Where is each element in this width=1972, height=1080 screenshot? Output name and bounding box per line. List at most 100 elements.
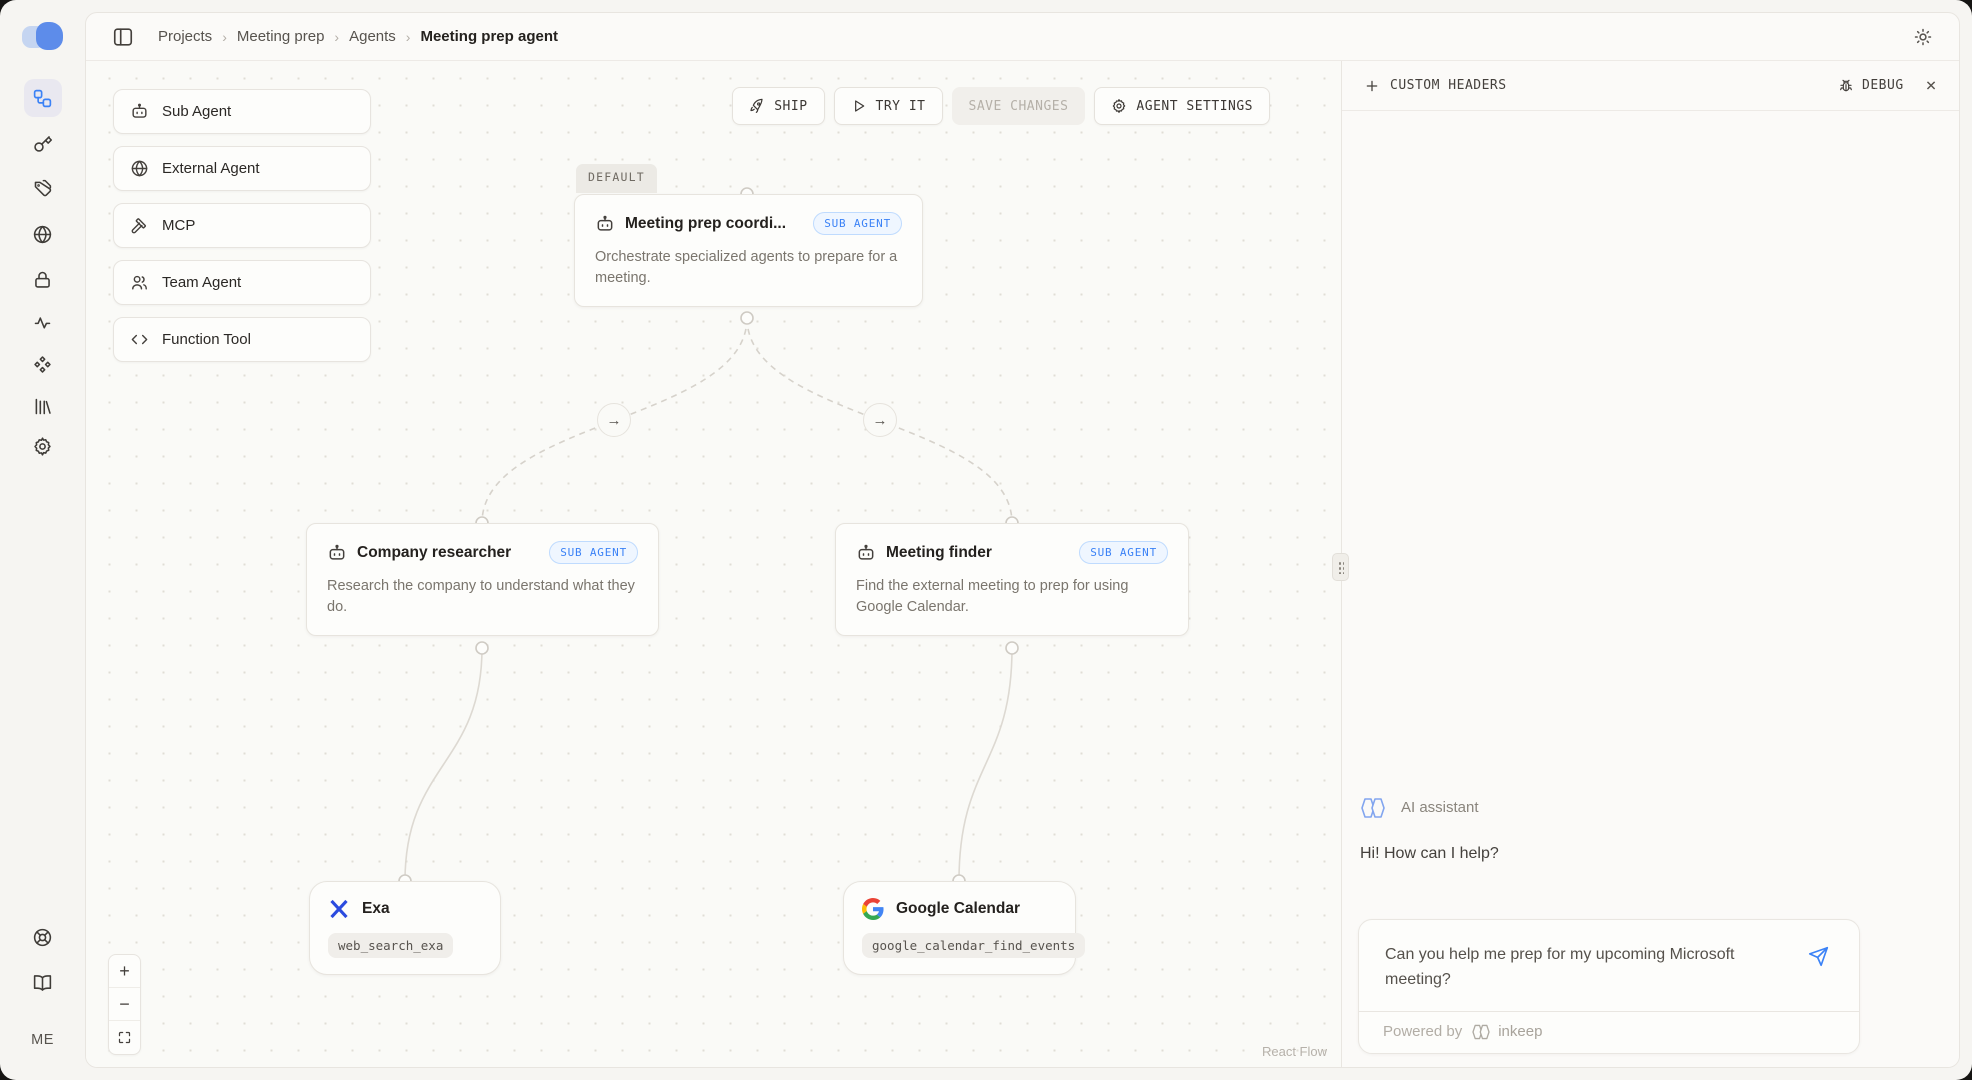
palette-item-sub-agent[interactable]: Sub Agent [113, 89, 371, 134]
tool-title: Exa [362, 900, 390, 918]
node-company-researcher[interactable]: Company researcher SUB AGENT Research th… [306, 523, 659, 636]
ship-label: SHIP [774, 99, 807, 114]
sidebar-item-help[interactable] [24, 918, 62, 956]
key-icon [32, 133, 53, 154]
custom-headers-button[interactable]: CUSTOM HEADERS [1364, 78, 1507, 94]
edge-arrow-label[interactable]: → [597, 403, 631, 437]
save-changes-button[interactable]: SAVE CHANGES [952, 87, 1086, 125]
palette-item-team-agent[interactable]: Team Agent [113, 260, 371, 305]
tool-function-badge: web_search_exa [328, 933, 453, 958]
sidebar-item-credentials[interactable] [24, 260, 62, 298]
agent-settings-button[interactable]: AGENT SETTINGS [1094, 87, 1270, 125]
breadcrumb-current: Meeting prep agent [420, 28, 558, 45]
sidebar-item-tags[interactable] [24, 169, 62, 207]
sidebar-item-api-keys[interactable] [24, 124, 62, 162]
app-window: ME Projects › Meeting prep › Agents › Me… [0, 0, 1972, 1080]
sidebar-item-library[interactable] [24, 387, 62, 425]
avatar[interactable]: ME [31, 1032, 54, 1048]
life-buoy-icon [32, 927, 53, 948]
inkeep-assistant-icon [1358, 797, 1388, 819]
zoom-in-button[interactable]: + [109, 955, 140, 988]
chat-footer: Powered by inkeep [1359, 1011, 1859, 1053]
node-google-calendar-tool[interactable]: Google Calendar google_calendar_find_eve… [843, 881, 1076, 975]
try-it-label: TRY IT [876, 99, 926, 114]
palette-item-label: Team Agent [162, 274, 241, 291]
powered-by-label: Powered by [1383, 1023, 1462, 1040]
node-meeting-finder[interactable]: Meeting finder SUB AGENT Find the extern… [835, 523, 1189, 636]
sidebar-item-graph[interactable] [24, 79, 62, 117]
inkeep-logo[interactable] [22, 22, 66, 52]
breadcrumb-projects[interactable]: Projects [158, 28, 212, 45]
sidebar-item-settings[interactable] [24, 427, 62, 465]
close-icon[interactable]: × [1926, 77, 1937, 95]
sub-agent-badge: SUB AGENT [549, 541, 638, 564]
grip-dots-icon [1338, 561, 1344, 574]
palette-item-label: External Agent [162, 160, 260, 177]
edge-finder-calendar [959, 648, 1012, 881]
bot-icon [595, 214, 615, 234]
gear-icon [32, 436, 53, 457]
chat-widget: AI assistant Hi! How can I help? Can you… [1358, 797, 1860, 1054]
palette-item-label: MCP [162, 217, 195, 234]
palette-item-function-tool[interactable]: Function Tool [113, 317, 371, 362]
chat-input[interactable]: Can you help me prep for my upcoming Mic… [1359, 920, 1859, 1011]
right-panel: CUSTOM HEADERS DEBUG × AI assistant [1341, 61, 1959, 1067]
palette-item-mcp[interactable]: MCP [113, 203, 371, 248]
main-panel: Projects › Meeting prep › Agents › Meeti… [85, 12, 1960, 1068]
rocket-icon [749, 98, 765, 114]
fit-view-button[interactable] [109, 1021, 140, 1054]
handle-coordinator-bottom[interactable] [741, 312, 753, 324]
save-changes-label: SAVE CHANGES [969, 99, 1069, 114]
handle-researcher-bottom[interactable] [476, 642, 488, 654]
assistant-greeting: Hi! How can I help? [1358, 845, 1860, 863]
sidebar-item-components[interactable] [24, 345, 62, 383]
workflow-icon [32, 88, 53, 109]
send-icon[interactable] [1808, 946, 1829, 967]
tags-icon [32, 178, 53, 199]
edge-arrow-label[interactable]: → [863, 403, 897, 437]
lock-icon [32, 269, 53, 290]
google-logo-icon [862, 898, 884, 920]
agent-settings-label: AGENT SETTINGS [1136, 99, 1253, 114]
play-icon [851, 98, 867, 114]
sidebar-item-docs[interactable] [24, 963, 62, 1001]
header: Projects › Meeting prep › Agents › Meeti… [86, 13, 1959, 61]
bot-icon [130, 102, 149, 121]
handle-finder-bottom[interactable] [1006, 642, 1018, 654]
node-title: Meeting finder [886, 544, 992, 562]
node-exa-tool[interactable]: Exa web_search_exa [309, 881, 501, 975]
inkeep-logo-small [1470, 1024, 1492, 1040]
palette-item-external-agent[interactable]: External Agent [113, 146, 371, 191]
node-meeting-prep-coordinator[interactable]: Meeting prep coordi... SUB AGENT Orchest… [574, 194, 923, 307]
bug-icon [1838, 78, 1854, 94]
inkeep-brand-label[interactable]: inkeep [1498, 1023, 1542, 1040]
breadcrumb-agents[interactable]: Agents [349, 28, 396, 45]
sub-agent-badge: SUB AGENT [813, 212, 902, 235]
breadcrumb-meeting-prep[interactable]: Meeting prep [237, 28, 325, 45]
users-icon [130, 273, 149, 292]
sub-agent-badge: SUB AGENT [1079, 541, 1168, 564]
sidebar-item-activity[interactable] [24, 303, 62, 341]
breadcrumb-separator: › [334, 29, 339, 45]
node-description: Find the external meeting to prep for us… [856, 576, 1168, 618]
panel-left-toggle-icon[interactable] [112, 26, 134, 48]
component-icon [32, 354, 53, 375]
exa-logo-icon [328, 898, 350, 920]
try-it-button[interactable]: TRY IT [834, 87, 943, 125]
panel-resize-grip[interactable] [1332, 553, 1349, 581]
fullscreen-icon [117, 1030, 132, 1045]
sidebar-item-globe[interactable] [24, 215, 62, 253]
globe-icon [32, 224, 53, 245]
debug-button[interactable]: DEBUG [1838, 78, 1904, 94]
zoom-out-button[interactable]: − [109, 988, 140, 1021]
flow-canvas[interactable]: → → Sub Agent External Agent MCP [86, 61, 1341, 1067]
tool-function-badge: google_calendar_find_events [862, 933, 1085, 958]
edge-researcher-exa [405, 648, 482, 881]
chat-input-card: Can you help me prep for my upcoming Mic… [1358, 919, 1860, 1054]
react-flow-attribution[interactable]: React Flow [1262, 1044, 1327, 1059]
ship-button[interactable]: SHIP [732, 87, 824, 125]
plus-icon [1364, 78, 1380, 94]
default-tag: DEFAULT [576, 164, 657, 193]
code-icon [130, 330, 149, 349]
theme-sun-icon[interactable] [1913, 27, 1933, 47]
